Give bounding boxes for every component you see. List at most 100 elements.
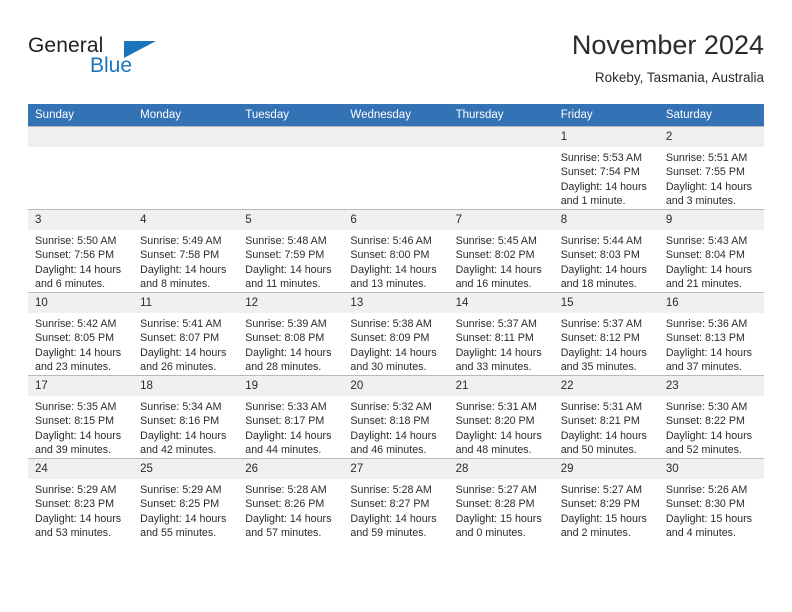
daylight-text: Daylight: 14 hours and 59 minutes.: [350, 512, 437, 540]
calendar-day-cell[interactable]: 29 Sunrise: 5:27 AM Sunset: 8:29 PM Dayligh…: [553, 458, 659, 541]
calendar-day-cell[interactable]: 28 Sunrise: 5:27 AM Sunset: 8:28 PM Dayligh…: [448, 458, 554, 541]
general-blue-logo[interactable]: General Blue: [28, 34, 158, 84]
day-sun-info: Sunrise: 5:34 AM Sunset: 8:16 PM Daylight:…: [133, 396, 238, 458]
sunrise-text: Sunrise: 5:30 AM: [665, 401, 748, 413]
day-cell-inner: [28, 127, 134, 209]
day-cell-inner: 22 Sunrise: 5:31 AM Sunset: 8:21 PM Dayligh…: [553, 376, 659, 458]
day-cell-inner: 24 Sunrise: 5:29 AM Sunset: 8:23 PM Dayligh…: [28, 459, 134, 541]
calendar-day-cell[interactable]: 15 Sunrise: 5:37 AM Sunset: 8:12 PM Dayligh…: [553, 292, 659, 376]
calendar-day-cell[interactable]: 27 Sunrise: 5:28 AM Sunset: 8:27 PM Dayligh…: [343, 458, 449, 541]
day-number: 23: [658, 376, 764, 396]
calendar-day-cell[interactable]: 26 Sunrise: 5:28 AM Sunset: 8:26 PM Dayligh…: [238, 458, 344, 541]
sunrise-text: Sunrise: 5:28 AM: [245, 484, 327, 496]
sunrise-text: Sunrise: 5:41 AM: [140, 318, 222, 330]
day-cell-inner: 7 Sunrise: 5:45 AM Sunset: 8:02 PM Daylight…: [448, 210, 554, 292]
weekday-header-sunday: Sunday: [28, 104, 134, 127]
calendar-week-row: 10 Sunrise: 5:42 AM Sunset: 8:05 PM Dayligh…: [28, 292, 764, 376]
daylight-text: Daylight: 14 hours and 26 minutes.: [140, 346, 227, 374]
day-cell-inner: 19 Sunrise: 5:33 AM Sunset: 8:17 PM Dayligh…: [238, 376, 344, 458]
sunset-text: Sunset: 7:54 PM: [560, 166, 640, 179]
sunset-text: Sunset: 8:16 PM: [140, 415, 220, 428]
calendar-body: 1 Sunrise: 5:53 AM Sunset: 7:54 PM Daylight…: [28, 126, 764, 541]
sunrise-text: Sunrise: 5:32 AM: [350, 401, 432, 413]
sunrise-text: Sunrise: 5:37 AM: [560, 318, 643, 330]
day-cell-inner: 12 Sunrise: 5:39 AM Sunset: 8:08 PM Dayligh…: [238, 293, 344, 375]
sunrise-text: Sunrise: 5:31 AM: [455, 401, 537, 413]
calendar-day-cell[interactable]: 22 Sunrise: 5:31 AM Sunset: 8:21 PM Dayligh…: [553, 375, 659, 459]
calendar-day-cell[interactable]: 24 Sunrise: 5:29 AM Sunset: 8:23 PM Dayligh…: [28, 458, 134, 541]
calendar-day-cell[interactable]: 3 Sunrise: 5:50 AM Sunset: 7:56 PM Daylight…: [28, 209, 134, 293]
daylight-text: Daylight: 14 hours and 21 minutes.: [665, 263, 752, 291]
calendar-day-cell[interactable]: 23 Sunrise: 5:30 AM Sunset: 8:22 PM Dayligh…: [658, 375, 764, 459]
calendar-day-cell[interactable]: 5 Sunrise: 5:48 AM Sunset: 7:59 PM Daylight…: [238, 209, 344, 293]
day-cell-inner: 10 Sunrise: 5:42 AM Sunset: 8:05 PM Dayligh…: [28, 293, 134, 375]
daylight-text: Daylight: 14 hours and 1 minute.: [560, 180, 647, 208]
calendar-day-cell[interactable]: 9 Sunrise: 5:43 AM Sunset: 8:04 PM Daylight…: [658, 209, 764, 293]
sunset-text: Sunset: 8:17 PM: [245, 415, 325, 428]
daylight-text: Daylight: 14 hours and 50 minutes.: [560, 429, 647, 457]
daylight-text: Daylight: 14 hours and 11 minutes.: [245, 263, 332, 291]
calendar-day-cell[interactable]: 17 Sunrise: 5:35 AM Sunset: 8:15 PM Dayligh…: [28, 375, 134, 459]
sunrise-text: Sunrise: 5:26 AM: [665, 484, 748, 496]
weekday-header-wednesday: Wednesday: [343, 104, 449, 127]
calendar-day-cell[interactable]: 16 Sunrise: 5:36 AM Sunset: 8:13 PM Dayligh…: [658, 292, 764, 376]
day-sun-info: Sunrise: 5:31 AM Sunset: 8:20 PM Daylight:…: [449, 396, 554, 458]
day-sun-info: Sunrise: 5:42 AM Sunset: 8:05 PM Daylight:…: [28, 313, 133, 375]
daylight-text: Daylight: 14 hours and 16 minutes.: [455, 263, 542, 291]
calendar-day-cell[interactable]: 10 Sunrise: 5:42 AM Sunset: 8:05 PM Dayligh…: [28, 292, 134, 376]
day-sun-info: Sunrise: 5:46 AM Sunset: 8:00 PM Daylight:…: [343, 230, 448, 292]
calendar-day-cell[interactable]: 7 Sunrise: 5:45 AM Sunset: 8:02 PM Daylight…: [448, 209, 554, 293]
weekday-header-tuesday: Tuesday: [238, 104, 344, 127]
day-number: 27: [343, 459, 449, 479]
daylight-text: Daylight: 14 hours and 46 minutes.: [350, 429, 437, 457]
calendar-day-cell[interactable]: 25 Sunrise: 5:29 AM Sunset: 8:25 PM Dayligh…: [133, 458, 239, 541]
sunrise-text: Sunrise: 5:33 AM: [245, 401, 327, 413]
sunset-text: Sunset: 8:15 PM: [35, 415, 115, 428]
day-number: 6: [343, 210, 449, 230]
daylight-text: Daylight: 14 hours and 52 minutes.: [665, 429, 752, 457]
day-cell-inner: [133, 127, 239, 209]
calendar-day-cell[interactable]: 30 Sunrise: 5:26 AM Sunset: 8:30 PM Dayligh…: [658, 458, 764, 541]
weekday-header-monday: Monday: [133, 104, 239, 127]
daylight-text: Daylight: 14 hours and 6 minutes.: [35, 263, 122, 291]
day-sun-info: Sunrise: 5:39 AM Sunset: 8:08 PM Daylight:…: [238, 313, 343, 375]
daylight-text: Daylight: 14 hours and 35 minutes.: [560, 346, 647, 374]
day-cell-inner: 30 Sunrise: 5:26 AM Sunset: 8:30 PM Dayligh…: [658, 459, 764, 541]
day-cell-inner: 25 Sunrise: 5:29 AM Sunset: 8:25 PM Dayligh…: [133, 459, 239, 541]
calendar-day-cell[interactable]: 14 Sunrise: 5:37 AM Sunset: 8:11 PM Dayligh…: [448, 292, 554, 376]
calendar-day-cell[interactable]: 8 Sunrise: 5:44 AM Sunset: 8:03 PM Daylight…: [553, 209, 659, 293]
page-title: November 2024: [571, 30, 764, 60]
calendar-day-cell[interactable]: 2 Sunrise: 5:51 AM Sunset: 7:55 PM Daylight…: [658, 126, 764, 210]
calendar-day-cell[interactable]: 21 Sunrise: 5:31 AM Sunset: 8:20 PM Dayligh…: [448, 375, 554, 459]
sunrise-text: Sunrise: 5:45 AM: [455, 235, 537, 247]
sunset-text: Sunset: 8:26 PM: [245, 498, 325, 511]
sunset-text: Sunset: 8:04 PM: [665, 249, 745, 262]
calendar-day-cell[interactable]: 11 Sunrise: 5:41 AM Sunset: 8:07 PM Dayligh…: [133, 292, 239, 376]
sunset-text: Sunset: 8:21 PM: [560, 415, 640, 428]
day-cell-inner: [343, 127, 449, 209]
day-cell-inner: 6 Sunrise: 5:46 AM Sunset: 8:00 PM Daylight…: [343, 210, 449, 292]
day-cell-inner: 15 Sunrise: 5:37 AM Sunset: 8:12 PM Dayligh…: [553, 293, 659, 375]
calendar-day-cell[interactable]: 1 Sunrise: 5:53 AM Sunset: 7:54 PM Daylight…: [553, 126, 659, 210]
calendar-day-cell[interactable]: 19 Sunrise: 5:33 AM Sunset: 8:17 PM Dayligh…: [238, 375, 344, 459]
day-number: 19: [238, 376, 344, 396]
calendar-day-cell[interactable]: 12 Sunrise: 5:39 AM Sunset: 8:08 PM Dayligh…: [238, 292, 344, 376]
day-sun-info: Sunrise: 5:43 AM Sunset: 8:04 PM Daylight:…: [659, 230, 764, 292]
sunset-text: Sunset: 7:59 PM: [245, 249, 325, 262]
day-number: 4: [133, 210, 239, 230]
daylight-text: Daylight: 14 hours and 23 minutes.: [35, 346, 122, 374]
calendar-day-cell[interactable]: 18 Sunrise: 5:34 AM Sunset: 8:16 PM Dayligh…: [133, 375, 239, 459]
daylight-text: Daylight: 14 hours and 55 minutes.: [140, 512, 227, 540]
title-block: November 2024 Rokeby, Tasmania, Australi…: [572, 28, 764, 88]
calendar-day-cell[interactable]: 13 Sunrise: 5:38 AM Sunset: 8:09 PM Dayligh…: [343, 292, 449, 376]
sunset-text: Sunset: 7:56 PM: [35, 249, 115, 262]
day-cell-inner: 23 Sunrise: 5:30 AM Sunset: 8:22 PM Dayligh…: [658, 376, 764, 458]
sunrise-text: Sunrise: 5:35 AM: [35, 401, 117, 413]
calendar-day-cell[interactable]: 4 Sunrise: 5:49 AM Sunset: 7:58 PM Daylight…: [133, 209, 239, 293]
calendar-day-cell[interactable]: 20 Sunrise: 5:32 AM Sunset: 8:18 PM Dayligh…: [343, 375, 449, 459]
weekday-header-row: Sunday Monday Tuesday Wednesday Thursday Frid…: [28, 104, 764, 127]
daylight-text: Daylight: 14 hours and 39 minutes.: [35, 429, 122, 457]
weekday-header-thursday: Thursday: [448, 104, 554, 127]
calendar-day-cell[interactable]: 6 Sunrise: 5:46 AM Sunset: 8:00 PM Daylight…: [343, 209, 449, 293]
day-number: 22: [553, 376, 659, 396]
